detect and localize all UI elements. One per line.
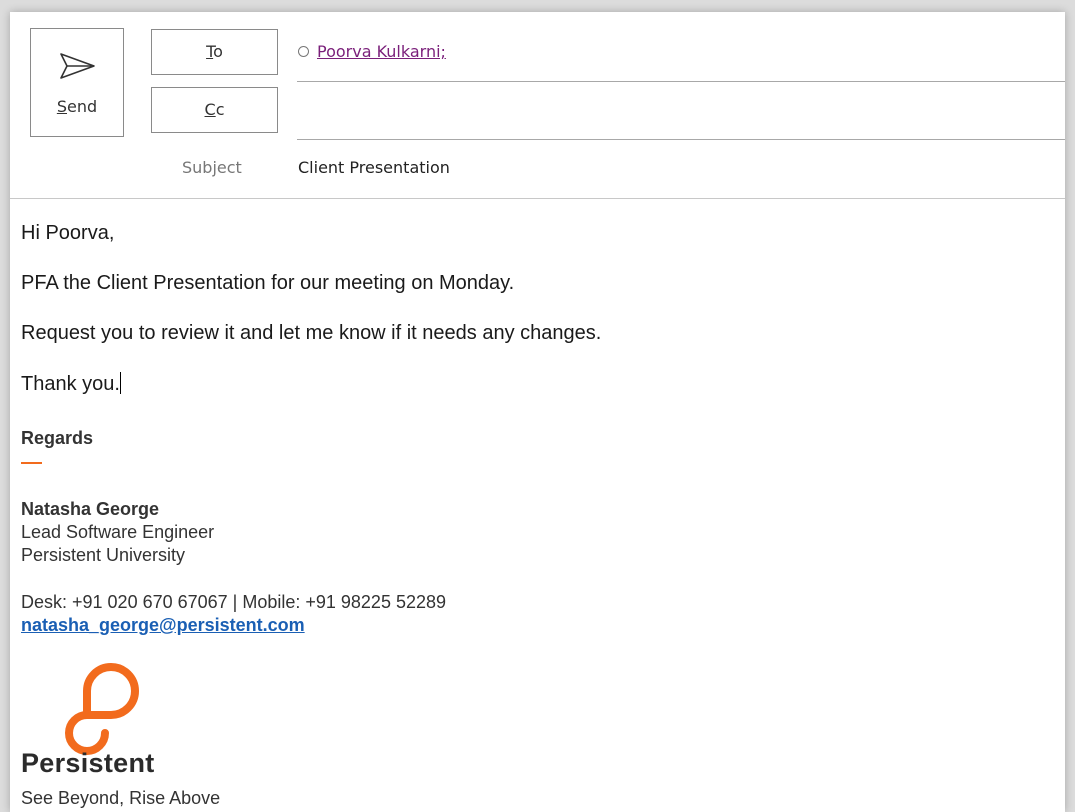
to-field[interactable]: Poorva Kulkarni; xyxy=(297,29,1065,82)
signature-name: Natasha George xyxy=(21,499,160,519)
subject-label: Subject xyxy=(182,158,242,177)
text-caret xyxy=(119,372,121,394)
paper-plane-icon xyxy=(60,53,95,79)
body-line-1: PFA the Client Presentation for our meet… xyxy=(21,272,515,294)
signature-title: Lead Software Engineer xyxy=(21,522,215,542)
persistent-logo-icon xyxy=(65,663,139,755)
signature-regards: Regards xyxy=(21,428,94,448)
compose-header: Send To Cc Poorva Kulkarni; Subject Clie… xyxy=(10,12,1065,199)
recipient-name[interactable]: Poorva Kulkarni; xyxy=(317,42,446,61)
send-label: Send xyxy=(56,97,98,116)
logo-wordmark: Persistent xyxy=(21,748,155,778)
signature-email-line: natasha_george@persistent.com xyxy=(21,615,305,636)
signature-org: Persistent University xyxy=(21,545,186,565)
recipient-chip[interactable]: Poorva Kulkarni; xyxy=(298,42,446,61)
body-greeting: Hi Poorva, xyxy=(21,222,115,244)
logo-tagline: See Beyond, Rise Above xyxy=(21,788,221,808)
signature-phones: Desk: +91 020 670 67067 | Mobile: +91 98… xyxy=(21,592,447,612)
compose-window: Send To Cc Poorva Kulkarni; Subject Clie… xyxy=(10,12,1065,812)
signature-email-link[interactable]: natasha_george@persistent.com xyxy=(21,615,305,635)
cc-field[interactable] xyxy=(297,87,1065,140)
send-button[interactable]: Send xyxy=(30,28,124,137)
cc-button[interactable]: Cc xyxy=(151,87,278,133)
signature-accent-divider xyxy=(21,462,42,464)
to-button[interactable]: To xyxy=(151,29,278,75)
presence-circle-icon xyxy=(298,46,309,57)
body-line-3: Thank you. xyxy=(21,372,121,395)
body-line-2: Request you to review it and let me know… xyxy=(21,322,602,344)
subject-input[interactable]: Client Presentation xyxy=(298,158,450,177)
